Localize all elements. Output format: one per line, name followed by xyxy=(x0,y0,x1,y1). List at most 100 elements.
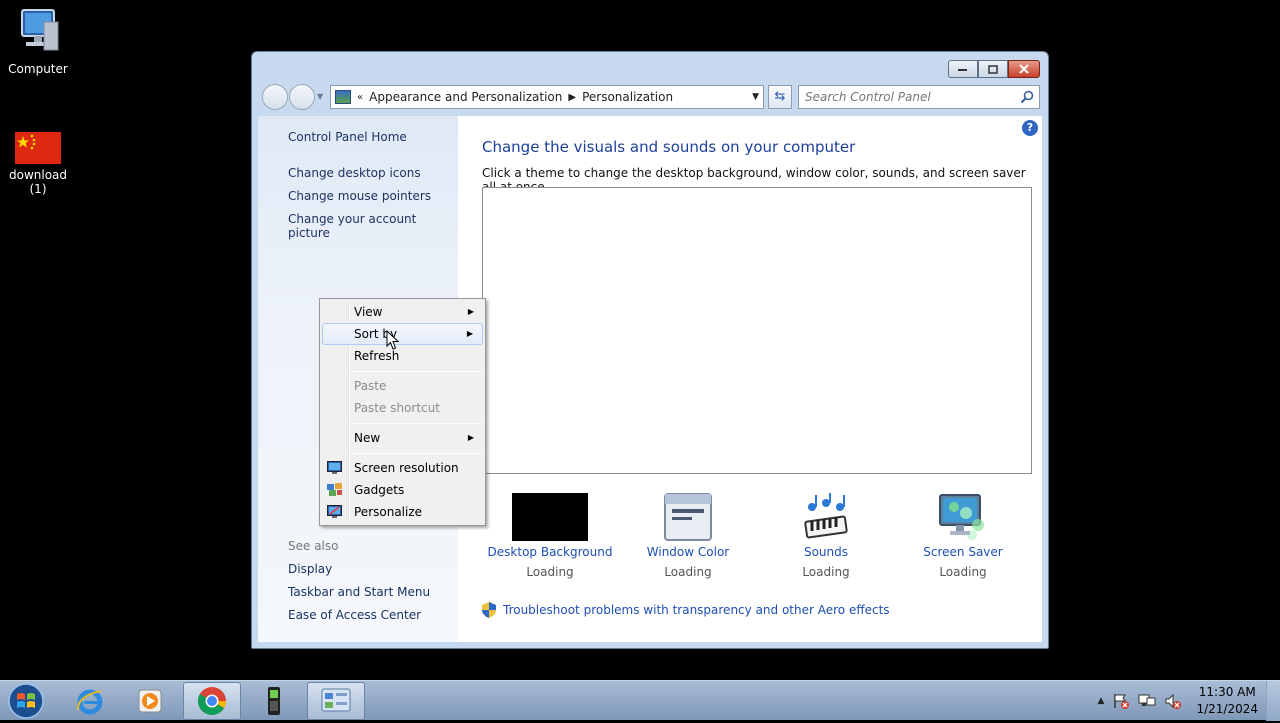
breadcrumb-personalization[interactable]: Personalization xyxy=(582,90,673,104)
system-tray: ▲ 11:30 AM 1/21/2024 xyxy=(1098,681,1258,721)
computer-icon xyxy=(14,8,62,58)
menu-item-label: Paste shortcut xyxy=(354,401,440,415)
media-player-icon xyxy=(138,689,162,713)
show-desktop-button[interactable] xyxy=(1266,681,1280,721)
menu-item-view[interactable]: View ▶ xyxy=(322,301,483,323)
change-account-picture-link[interactable]: Change your account picture xyxy=(288,212,458,240)
change-desktop-icons-link[interactable]: Change desktop icons xyxy=(288,166,421,180)
screen-saver-icon xyxy=(938,493,988,541)
screen-saver-tile[interactable]: Screen Saver Loading xyxy=(893,493,1033,579)
personalize-icon xyxy=(327,505,342,518)
tile-label[interactable]: Sounds xyxy=(756,545,896,559)
menu-separator xyxy=(351,453,482,454)
maximize-button[interactable] xyxy=(978,60,1008,78)
taskbar-media-player[interactable] xyxy=(121,682,179,720)
show-hidden-icons-icon[interactable]: ▲ xyxy=(1098,696,1105,706)
minimize-button[interactable] xyxy=(948,60,978,78)
menu-item-personalize[interactable]: Personalize xyxy=(322,501,483,523)
menu-item-label: New xyxy=(354,431,381,445)
start-button[interactable] xyxy=(6,682,46,720)
menu-item-label: Refresh xyxy=(354,349,400,363)
desktop-background-icon xyxy=(512,493,588,541)
window-color-tile[interactable]: Window Color Loading xyxy=(618,493,758,579)
breadcrumb-arrow-icon[interactable]: ▶ xyxy=(568,92,576,103)
control-panel-icon xyxy=(321,688,351,712)
clock-time: 11:30 AM xyxy=(1198,685,1256,699)
desktop-icon-download[interactable]: download (1) xyxy=(0,132,76,196)
submenu-arrow-icon: ▶ xyxy=(466,329,473,338)
page-title: Change the visuals and sounds on your co… xyxy=(482,138,856,156)
address-dropdown-icon[interactable]: ▼ xyxy=(752,92,759,102)
menu-item-screen-resolution[interactable]: Screen resolution xyxy=(322,457,483,479)
close-icon xyxy=(1019,64,1029,74)
desktop-icon-computer[interactable]: Computer xyxy=(0,8,76,76)
theme-list[interactable] xyxy=(482,187,1032,474)
menu-item-gadgets[interactable]: Gadgets xyxy=(322,479,483,501)
screen-resolution-icon xyxy=(327,461,342,474)
sounds-tile[interactable]: Sounds Loading xyxy=(756,493,896,579)
menu-item-paste[interactable]: Paste xyxy=(322,375,483,397)
recent-pages-dropdown-icon[interactable]: ▼ xyxy=(317,92,323,101)
display-link[interactable]: Display xyxy=(288,562,332,576)
forward-button[interactable] xyxy=(289,84,315,110)
restore-icon xyxy=(988,64,998,74)
tile-label[interactable]: Screen Saver xyxy=(893,545,1033,559)
flag-image-icon xyxy=(15,132,61,164)
breadcrumb-overflow[interactable]: « xyxy=(357,92,363,103)
tile-status: Loading xyxy=(664,565,712,579)
navigation-bar: ▼ « Appearance and Personalization ▶ Per… xyxy=(258,82,1042,112)
chrome-icon xyxy=(198,687,226,715)
search-icon[interactable] xyxy=(1020,90,1034,104)
network-icon[interactable] xyxy=(1138,693,1156,709)
menu-separator xyxy=(351,423,482,424)
caption-buttons xyxy=(948,60,1040,78)
menu-item-label: Personalize xyxy=(354,505,423,519)
minimize-icon xyxy=(958,69,967,71)
menu-item-label: Gadgets xyxy=(354,483,405,497)
tile-label[interactable]: Window Color xyxy=(618,545,758,559)
taskbar-control-panel[interactable] xyxy=(307,682,365,720)
context-menu: View ▶ Sort by ▶ Refresh Paste Paste sho… xyxy=(319,298,486,526)
windows-start-icon xyxy=(8,683,44,719)
see-also-heading: See also xyxy=(288,539,339,553)
menu-item-label: Screen resolution xyxy=(354,461,459,475)
refresh-button[interactable]: ⇆ xyxy=(768,85,792,109)
close-button[interactable] xyxy=(1008,60,1040,78)
menu-separator xyxy=(351,371,482,372)
submenu-arrow-icon: ▶ xyxy=(467,307,474,316)
menu-item-label: View xyxy=(354,305,383,319)
search-input[interactable]: Search Control Panel xyxy=(798,85,1040,109)
action-center-icon[interactable] xyxy=(1112,693,1130,709)
menu-item-refresh[interactable]: Refresh xyxy=(322,345,483,367)
ease-of-access-link[interactable]: Ease of Access Center xyxy=(288,608,421,622)
troubleshoot-link[interactable]: Troubleshoot problems with transparency … xyxy=(482,602,890,618)
menu-item-paste-shortcut[interactable]: Paste shortcut xyxy=(322,397,483,419)
tile-status: Loading xyxy=(526,565,574,579)
tile-label[interactable]: Desktop Background xyxy=(480,545,620,559)
taskbar-start-menu-link[interactable]: Taskbar and Start Menu xyxy=(288,585,430,599)
gadgets-icon xyxy=(327,483,342,496)
back-button[interactable] xyxy=(262,84,288,110)
control-panel-icon xyxy=(335,90,351,104)
troubleshoot-link-label[interactable]: Troubleshoot problems with transparency … xyxy=(503,603,890,617)
address-bar[interactable]: « Appearance and Personalization ▶ Perso… xyxy=(330,85,764,109)
desktop-icon-label: Computer xyxy=(8,62,68,76)
breadcrumb-appearance[interactable]: Appearance and Personalization xyxy=(369,90,562,104)
shield-icon xyxy=(482,602,496,618)
menu-item-new[interactable]: New ▶ xyxy=(322,427,483,449)
tile-status: Loading xyxy=(939,565,987,579)
mouse-cursor-icon xyxy=(386,330,400,350)
desktop-background-tile[interactable]: Desktop Background Loading xyxy=(480,493,620,579)
desktop: Computer download (1) ▼ « Appearance and… xyxy=(0,0,1280,680)
volume-muted-icon[interactable] xyxy=(1164,693,1182,709)
sounds-icon xyxy=(802,493,850,541)
change-mouse-pointers-link[interactable]: Change mouse pointers xyxy=(288,189,431,203)
menu-item-sort-by[interactable]: Sort by ▶ xyxy=(322,323,483,345)
clock[interactable]: 11:30 AM 1/21/2024 xyxy=(1196,684,1258,718)
help-icon[interactable]: ? xyxy=(1022,120,1038,136)
submenu-arrow-icon: ▶ xyxy=(467,433,474,442)
control-panel-home-link[interactable]: Control Panel Home xyxy=(288,130,407,144)
taskbar-internet-explorer[interactable] xyxy=(61,682,119,720)
taskbar-phone-app[interactable] xyxy=(245,682,303,720)
taskbar-chrome[interactable] xyxy=(183,682,241,720)
